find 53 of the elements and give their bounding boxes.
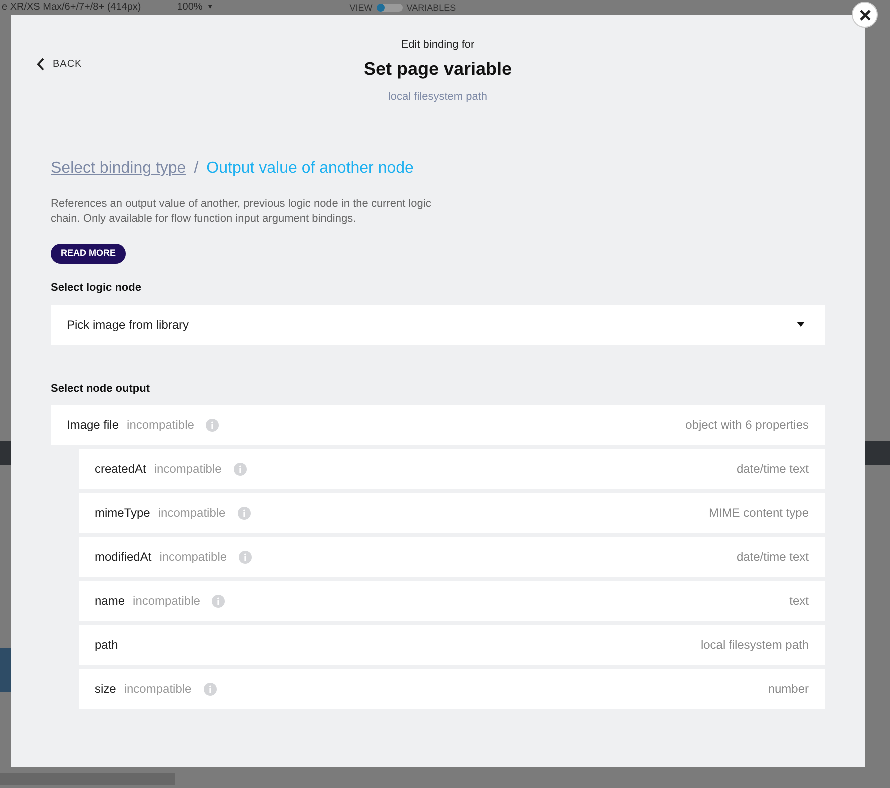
info-icon [212,594,226,608]
info-icon [204,682,217,696]
node-output-option[interactable]: modifiedAt incompatible date/time text [79,537,825,577]
output-name: name [95,593,126,610]
output-name: createdAt [95,461,146,478]
output-type: date/time text [736,461,809,478]
node-output-option[interactable]: size incompatible number [79,669,825,709]
output-type: date/time text [736,549,809,566]
info-icon [206,418,220,432]
output-name: mimeType [95,505,150,522]
dialog-title: Set page variable [364,58,512,81]
node-output-option[interactable]: Image file incompatible object with 6 properties [51,405,825,445]
breadcrumb-separator: / [194,159,199,179]
incompatible-label: incompatible [124,681,192,698]
variables-toggle-label: VARIABLES [406,2,456,14]
device-label: e XR/XS Max/6+/7+/8+ (414px) [2,2,142,14]
view-toggle-label: VIEW [350,2,373,14]
code-block [0,648,11,692]
node-output-option[interactable]: path local filesystem path [79,625,825,665]
output-type: text [790,593,809,610]
breadcrumb-current: Output value of another node [206,159,414,179]
toggle-switch[interactable] [376,4,403,12]
incompatible-label: incompatible [154,461,222,478]
node-output-option[interactable]: createdAt incompatible date/time text [79,449,825,489]
output-name: size [95,681,116,698]
output-name: Image file [67,417,120,434]
field-label: Select logic node [51,281,142,296]
node-output-option[interactable]: mimeType incompatible MIME content type [79,493,825,533]
output-name: modifiedAt [95,549,152,566]
value-type: local filesystem path [388,90,488,104]
info-icon [238,506,251,520]
incompatible-label: incompatible [127,417,194,434]
output-name: path [95,637,118,654]
incompatible-label: incompatible [160,549,228,566]
output-type: MIME content type [708,505,809,522]
caret-down-icon [797,322,805,327]
incompatible-label: incompatible [133,593,200,610]
dialog-eyebrow: Edit binding for [401,38,475,53]
chevron-left-icon [37,58,45,71]
logic-node-select[interactable]: Pick image from library [51,304,825,344]
node-output-option[interactable]: name incompatible text [79,581,825,621]
info-icon [239,550,252,564]
back-button[interactable]: BACK [37,57,82,72]
incompatible-label: incompatible [158,505,226,522]
description: References an output value of another, previous logic node in the current logic chain. Only available for flow function input argument bindings. [51,197,432,227]
close-button[interactable] [852,2,878,28]
output-type: local filesystem path [700,637,809,654]
read-more-button[interactable]: READ MORE [51,244,126,264]
output-type: object with 6 properties [686,417,809,434]
info-icon [234,462,247,476]
output-type: number [768,681,809,698]
close-icon [860,10,870,20]
field-label: Select node output [51,382,151,396]
